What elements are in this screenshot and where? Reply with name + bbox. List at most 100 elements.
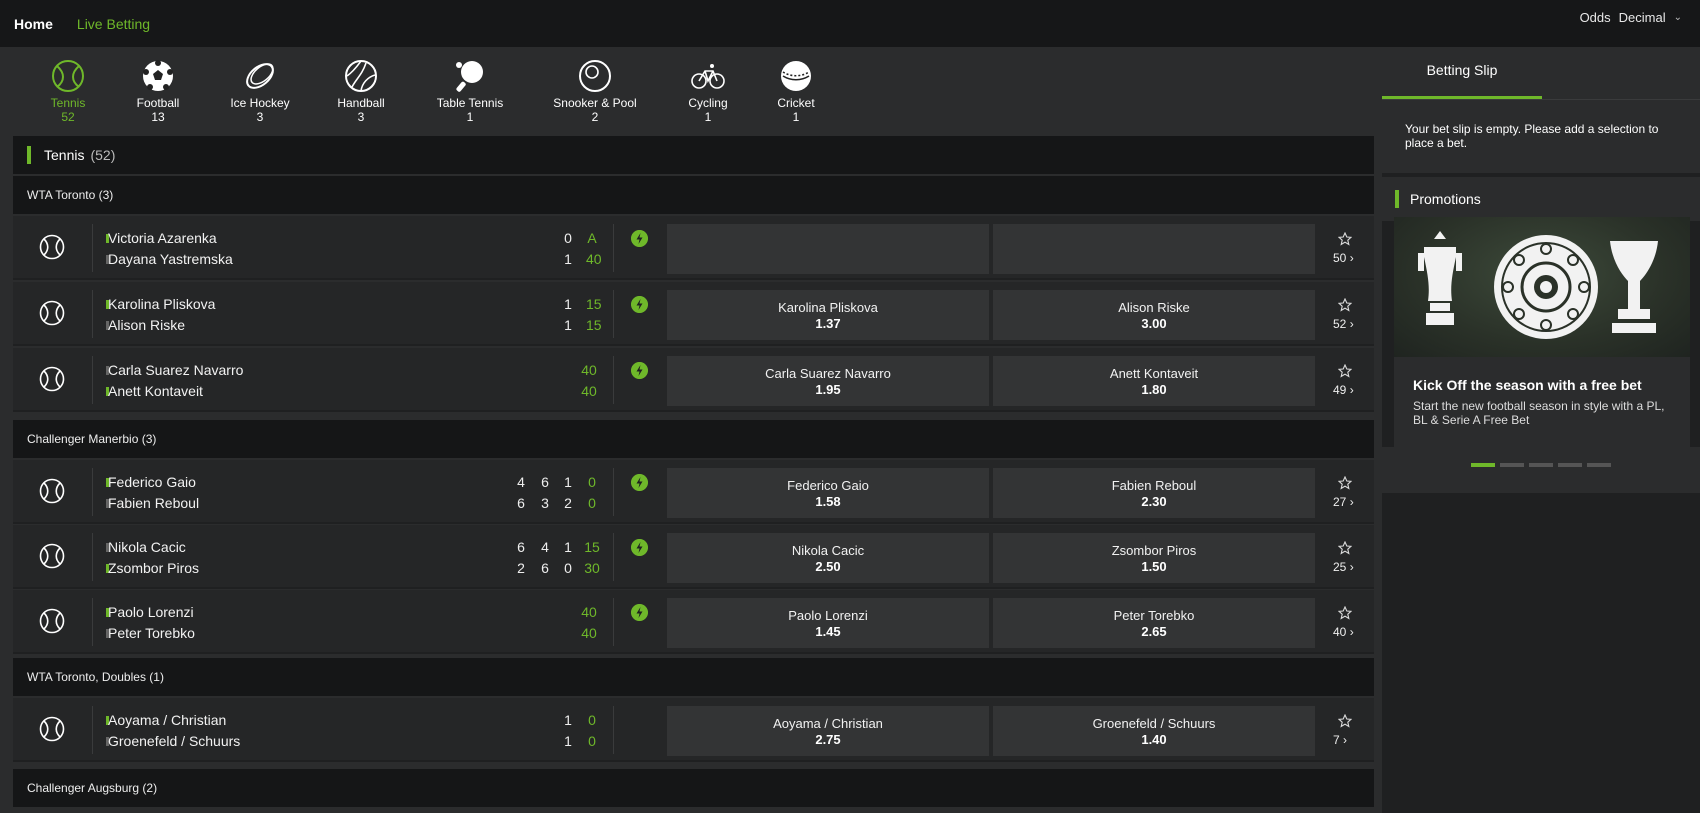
competition-header[interactable]: Challenger Manerbio (3) (13, 420, 1374, 458)
carousel-dot[interactable] (1587, 463, 1611, 467)
odds-button-home[interactable] (667, 224, 989, 274)
promotions-header: Promotions (1382, 177, 1700, 221)
odds-value: 1.80 (1141, 382, 1167, 397)
match-row[interactable]: Aoyama / Christian Groenefeld / Schuurs … (13, 698, 1374, 762)
sport-count: 1 (792, 110, 800, 124)
score-points: 40 (581, 362, 597, 378)
tab-betting-slip[interactable]: Betting Slip (1382, 47, 1542, 99)
score-points: 15 (584, 539, 600, 555)
sport-tab-table-tennis[interactable]: Table Tennis 1 (415, 55, 525, 124)
more-markets-link[interactable]: 25 › (1333, 560, 1354, 574)
live-stats-icon[interactable] (631, 296, 648, 313)
sport-name: Table Tennis (436, 96, 504, 110)
nav-home[interactable]: Home (14, 16, 53, 32)
star-icon[interactable] (1338, 714, 1352, 728)
carousel-dot[interactable] (1558, 463, 1582, 467)
sport-tab-handball[interactable]: Handball 3 (306, 55, 416, 124)
more-markets-link[interactable]: 40 › (1333, 625, 1354, 639)
sport-name: Football (136, 96, 180, 110)
more-markets-link[interactable]: 50 › (1333, 251, 1354, 265)
star-icon[interactable] (1338, 298, 1352, 312)
divider (613, 706, 614, 754)
star-icon[interactable] (1338, 606, 1352, 620)
odds-value: 2.65 (1141, 624, 1167, 639)
score-set: 6 (517, 495, 525, 511)
competition-header[interactable]: WTA Toronto, Doubles (1) (13, 658, 1374, 696)
tennis-ball-icon (39, 478, 65, 504)
live-stats-icon[interactable] (631, 474, 648, 491)
live-stats-icon[interactable] (631, 539, 648, 556)
star-icon[interactable] (1338, 476, 1352, 490)
odds-button-away[interactable]: Alison Riske 3.00 (993, 290, 1315, 340)
star-icon[interactable] (1338, 232, 1352, 246)
player-2: Zsombor Piros (108, 560, 200, 576)
sport-tab-ice-hockey[interactable]: Ice Hockey 3 (205, 55, 315, 124)
odds-button-away[interactable]: Peter Torebko 2.65 (993, 598, 1315, 648)
carousel-dot[interactable] (1500, 463, 1524, 467)
carousel-dot[interactable] (1471, 463, 1495, 467)
odds-button-home[interactable]: Aoyama / Christian 2.75 (667, 706, 989, 756)
live-stats-icon[interactable] (631, 362, 648, 379)
sport-tab-snooker-pool[interactable]: Snooker & Pool 2 (540, 55, 650, 124)
more-markets-link[interactable]: 7 › (1333, 733, 1347, 747)
section-header-tennis: Tennis (52) (13, 136, 1374, 174)
live-stats-icon[interactable] (631, 230, 648, 247)
score: 1 (564, 251, 572, 267)
player-1: Aoyama / Christian (108, 712, 227, 728)
divider (92, 706, 93, 754)
odds-selection: Karolina Pliskova (778, 300, 878, 315)
star-icon[interactable] (1338, 541, 1352, 555)
score-points: A (587, 230, 597, 246)
match-row[interactable]: Carla Suarez Navarro Anett Kontaveit 40 … (13, 348, 1374, 412)
divider (613, 598, 614, 646)
match-row[interactable]: Karolina Pliskova Alison Riske 1 15 1 15… (13, 282, 1374, 346)
odds-value: 1.37 (815, 316, 841, 331)
odds-selection: Federico Gaio (787, 478, 869, 493)
match-row[interactable]: Paolo Lorenzi Peter Torebko 40 40 Paolo … (13, 590, 1374, 654)
odds-button-home[interactable]: Paolo Lorenzi 1.45 (667, 598, 989, 648)
promo-card[interactable]: Kick Off the season with a free bet Star… (1394, 217, 1690, 447)
sport-tab-football[interactable]: Football 13 (103, 55, 213, 124)
odds-format-selector[interactable]: Odds Decimal ⌄ (1580, 10, 1682, 25)
sport-count: 1 (466, 110, 474, 124)
chevron-right-icon: › (1349, 251, 1354, 265)
odds-selection: Peter Torebko (1113, 608, 1195, 623)
match-row[interactable]: Nikola Cacic Zsombor Piros 6 4 1 15 2 6 … (13, 525, 1374, 589)
player-1: Nikola Cacic (108, 539, 186, 555)
player-2: Anett Kontaveit (108, 383, 203, 399)
chevron-right-icon: › (1343, 733, 1348, 747)
more-markets-link[interactable]: 52 › (1333, 317, 1354, 331)
match-row[interactable]: Victoria Azarenka Dayana Yastremska 0 A … (13, 216, 1374, 280)
odds-button-away[interactable]: Zsombor Piros 1.50 (993, 533, 1315, 583)
odds-button-home[interactable]: Federico Gaio 1.58 (667, 468, 989, 518)
more-markets-count: 49 (1333, 383, 1347, 397)
odds-button-away[interactable] (993, 224, 1315, 274)
score-points: 0 (588, 474, 596, 490)
more-markets-link[interactable]: 27 › (1333, 495, 1354, 509)
odds-button-home[interactable]: Nikola Cacic 2.50 (667, 533, 989, 583)
competition-header[interactable]: WTA Toronto (3) (13, 176, 1374, 214)
score-points: 40 (581, 604, 597, 620)
star-icon[interactable] (1338, 364, 1352, 378)
carousel-dot[interactable] (1529, 463, 1553, 467)
score-set: 2 (517, 560, 525, 576)
snooker-ball-icon (579, 60, 611, 92)
more-markets-link[interactable]: 49 › (1333, 383, 1354, 397)
sport-tab-cricket[interactable]: Cricket 1 (741, 55, 851, 124)
chevron-right-icon: › (1349, 495, 1354, 509)
sport-count: 3 (357, 110, 365, 124)
score-set: 6 (517, 539, 525, 555)
right-sidebar: Betting Slip Your bet slip is empty. Ple… (1382, 47, 1700, 813)
nav-live-betting[interactable]: Live Betting (77, 16, 150, 32)
odds-button-home[interactable]: Karolina Pliskova 1.37 (667, 290, 989, 340)
odds-button-away[interactable]: Anett Kontaveit 1.80 (993, 356, 1315, 406)
live-stats-icon[interactable] (631, 604, 648, 621)
divider (613, 468, 614, 516)
odds-button-away[interactable]: Fabien Reboul 2.30 (993, 468, 1315, 518)
odds-button-home[interactable]: Carla Suarez Navarro 1.95 (667, 356, 989, 406)
competition-header[interactable]: Challenger Augsburg (2) (13, 769, 1374, 807)
tennis-ball-icon (39, 543, 65, 569)
match-row[interactable]: Federico Gaio Fabien Reboul 4 6 1 0 6 3 … (13, 460, 1374, 524)
odds-button-away[interactable]: Groenefeld / Schuurs 1.40 (993, 706, 1315, 756)
score-set: 0 (564, 560, 572, 576)
